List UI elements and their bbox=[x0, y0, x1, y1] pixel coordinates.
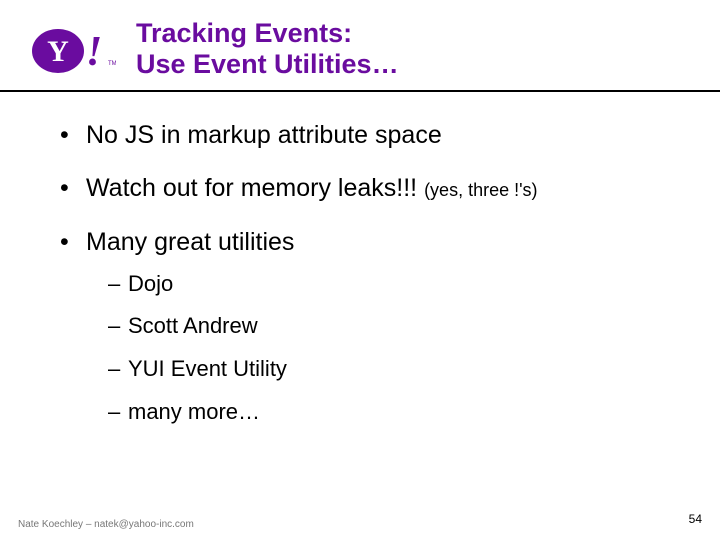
title-line-2: Use Event Utilities… bbox=[136, 49, 399, 80]
bullet-2-note: (yes, three !'s) bbox=[424, 180, 537, 200]
sub-bullet-4: many more… bbox=[108, 398, 660, 427]
footer-author: Nate Koechley – natek@yahoo-inc.com bbox=[18, 519, 194, 530]
bullet-3-text: Many great utilities bbox=[86, 228, 294, 256]
slide-title: Tracking Events: Use Event Utilities… bbox=[136, 18, 399, 80]
bullet-3: Many great utilities Dojo Scott Andrew Y… bbox=[60, 227, 660, 427]
slide-content: No JS in markup attribute space Watch ou… bbox=[0, 92, 720, 426]
bullet-list: No JS in markup attribute space Watch ou… bbox=[60, 120, 660, 426]
bullet-1: No JS in markup attribute space bbox=[60, 120, 660, 151]
title-line-1: Tracking Events: bbox=[136, 18, 399, 49]
yahoo-logo-icon: Y ! TM bbox=[20, 21, 116, 77]
sub-bullet-3: YUI Event Utility bbox=[108, 355, 660, 384]
bullet-2: Watch out for memory leaks!!! (yes, thre… bbox=[60, 173, 660, 204]
bullet-2-text: Watch out for memory leaks!!! bbox=[86, 174, 424, 202]
logo-tm: TM bbox=[108, 61, 116, 67]
page-number: 54 bbox=[689, 512, 702, 526]
sub-bullet-2: Scott Andrew bbox=[108, 312, 660, 341]
slide: Y ! TM Tracking Events: Use Event Utilit… bbox=[0, 0, 720, 540]
sub-bullet-list: Dojo Scott Andrew YUI Event Utility many… bbox=[86, 270, 660, 426]
logo-letter: Y bbox=[47, 35, 69, 68]
sub-bullet-1: Dojo bbox=[108, 270, 660, 299]
yahoo-logo: Y ! TM bbox=[20, 21, 116, 77]
slide-header: Y ! TM Tracking Events: Use Event Utilit… bbox=[0, 0, 720, 92]
logo-bang: ! bbox=[86, 29, 102, 75]
